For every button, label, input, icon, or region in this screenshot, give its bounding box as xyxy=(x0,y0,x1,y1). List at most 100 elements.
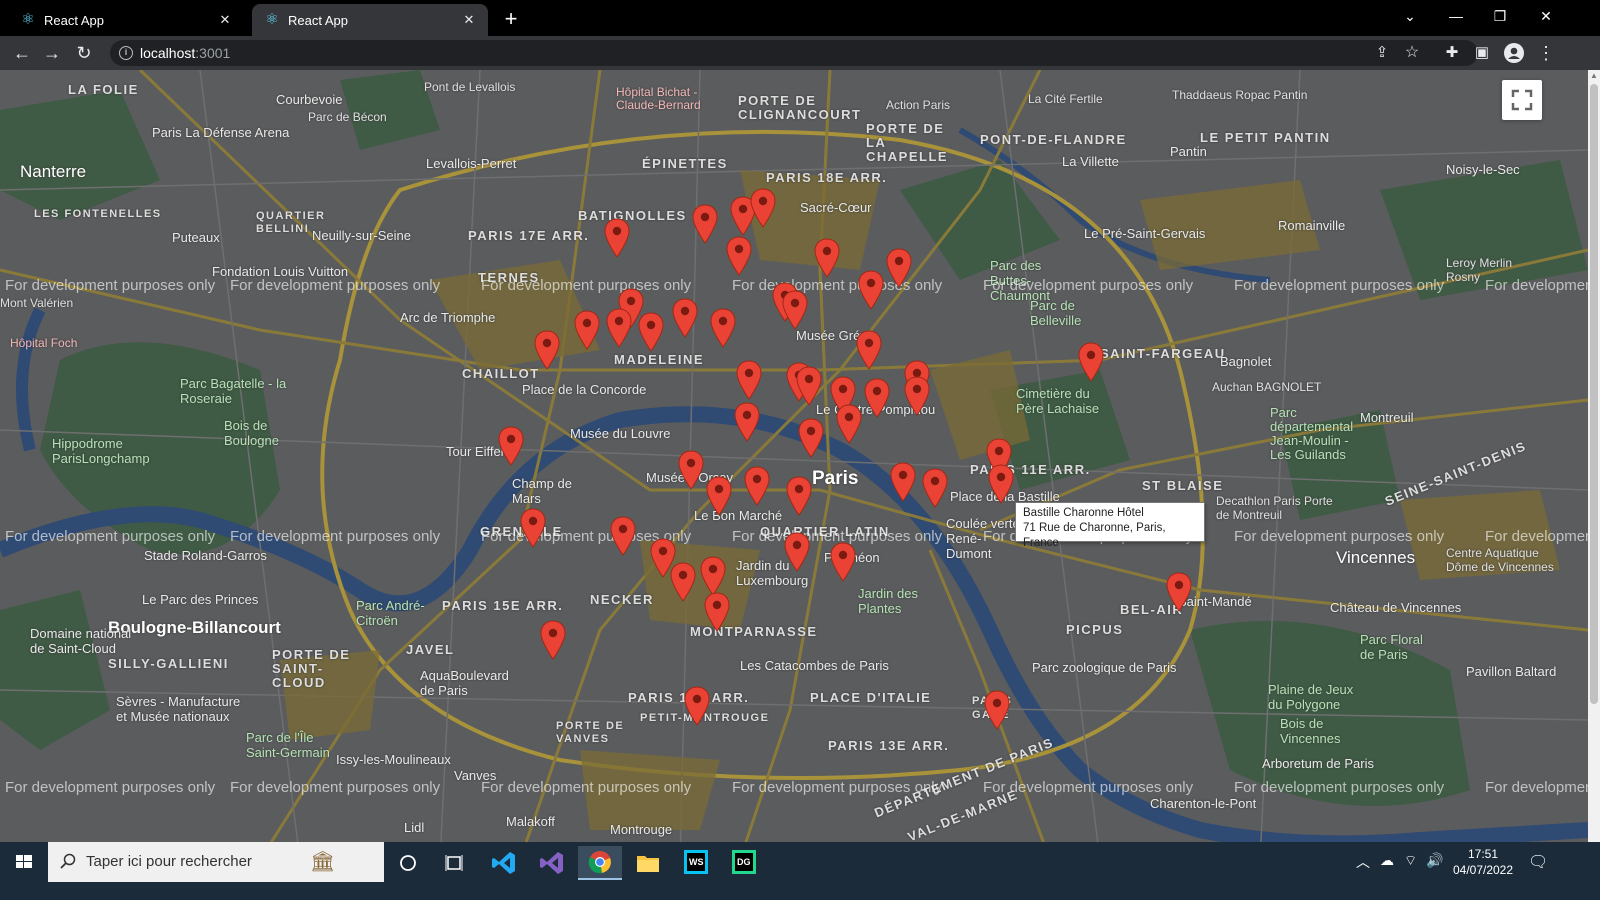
map-marker[interactable] xyxy=(692,204,718,244)
notifications-icon[interactable]: 🗨 xyxy=(1528,852,1548,872)
new-tab-button[interactable]: + xyxy=(498,6,524,32)
menu-kebab-icon[interactable]: ⋮ xyxy=(1532,39,1560,67)
label-concorde: Place de la Concorde xyxy=(522,382,647,397)
chrome-taskbar-button[interactable] xyxy=(578,846,622,880)
map-marker[interactable] xyxy=(1078,342,1104,382)
map-pin-icon xyxy=(814,238,840,278)
map-marker[interactable] xyxy=(782,290,808,330)
side-panel-icon[interactable]: ▣ xyxy=(1468,39,1496,67)
map-marker[interactable] xyxy=(784,532,810,572)
map-marker[interactable] xyxy=(890,462,916,502)
map-marker[interactable] xyxy=(814,238,840,278)
map-marker[interactable] xyxy=(540,620,566,660)
visual-studio-icon[interactable] xyxy=(530,846,574,880)
map-marker[interactable] xyxy=(678,450,704,490)
map-marker[interactable] xyxy=(858,270,884,310)
address-bar[interactable]: i localhost:3001 xyxy=(110,40,1478,66)
extensions-icon[interactable]: ✚ xyxy=(1438,39,1466,67)
label-charenton: Charenton-le-Pont xyxy=(1150,796,1257,811)
share-icon[interactable]: ⇪ xyxy=(1368,39,1396,67)
webstorm-icon[interactable]: WS xyxy=(674,846,718,880)
close-icon[interactable]: ✕ xyxy=(460,11,478,29)
tab-react-app-2[interactable]: ⚛ React App ✕ xyxy=(252,4,488,36)
map-pin-icon xyxy=(678,450,704,490)
volume-icon[interactable]: 🔊 xyxy=(1426,852,1443,869)
map-marker[interactable] xyxy=(836,404,862,444)
profile-icon[interactable] xyxy=(1500,39,1528,67)
datagrip-icon[interactable]: DG xyxy=(722,846,766,880)
restore-button[interactable]: ❐ xyxy=(1478,2,1522,30)
map-marker[interactable] xyxy=(734,402,760,442)
google-map[interactable]: Paris Nanterre Boulogne-Billancourt LA F… xyxy=(0,70,1588,860)
map-marker[interactable] xyxy=(610,516,636,556)
map-marker[interactable] xyxy=(988,464,1014,504)
map-marker[interactable] xyxy=(984,690,1010,730)
tab-react-app-1[interactable]: ⚛ React App ✕ xyxy=(8,4,244,36)
map-marker[interactable] xyxy=(744,466,770,506)
map-marker[interactable] xyxy=(830,542,856,582)
map-pin-icon xyxy=(670,562,696,602)
onedrive-icon[interactable]: ☁ xyxy=(1380,852,1394,869)
label-sevres: Sèvres - Manufacture et Musée nationaux xyxy=(116,694,241,724)
map-marker[interactable] xyxy=(864,378,890,418)
taskbar-search-input[interactable]: Taper ici pour rechercher 🏛 xyxy=(48,842,384,882)
close-icon[interactable]: ✕ xyxy=(216,11,234,29)
scrollbar-thumb[interactable] xyxy=(1590,84,1598,704)
map-marker[interactable] xyxy=(684,686,710,726)
file-explorer-icon[interactable] xyxy=(626,846,670,880)
start-button[interactable] xyxy=(0,842,48,882)
back-button[interactable]: ← xyxy=(8,39,36,67)
dev-watermark: For development purposes only xyxy=(1485,277,1588,294)
map-marker[interactable] xyxy=(706,476,732,516)
map-marker[interactable] xyxy=(750,188,776,228)
map-marker[interactable] xyxy=(922,468,948,508)
map-marker[interactable] xyxy=(670,562,696,602)
forward-button[interactable]: → xyxy=(38,39,66,67)
map-marker[interactable] xyxy=(904,376,930,416)
map-marker[interactable] xyxy=(886,248,912,288)
map-marker[interactable] xyxy=(606,308,632,348)
map-marker[interactable] xyxy=(534,330,560,370)
map-marker[interactable] xyxy=(786,476,812,516)
map-marker[interactable] xyxy=(1166,572,1192,612)
map-marker[interactable] xyxy=(498,426,524,466)
label-parc-jean-moulin: Parc départemental Jean-Moulin - Les Gui… xyxy=(1270,405,1354,462)
map-marker[interactable] xyxy=(796,366,822,406)
info-icon[interactable]: i xyxy=(119,46,133,60)
scroll-up-arrow[interactable]: ▲ xyxy=(1588,70,1600,82)
taskbar-clock[interactable]: 17:51 04/07/2022 xyxy=(1448,846,1518,878)
close-window-button[interactable]: ✕ xyxy=(1524,2,1568,30)
map-pin-icon xyxy=(638,312,664,352)
tab-search-button[interactable]: ⌄ xyxy=(1388,2,1432,30)
task-view-icon[interactable] xyxy=(432,846,476,880)
dev-watermark: For development purposes only xyxy=(5,779,216,796)
tab-title: React App xyxy=(44,12,104,28)
dev-watermark: For development purposes only xyxy=(230,528,441,545)
map-marker[interactable] xyxy=(520,508,546,548)
map-marker[interactable] xyxy=(798,418,824,458)
minimize-button[interactable]: — xyxy=(1434,2,1478,30)
map-pin-icon xyxy=(736,360,762,400)
map-marker[interactable] xyxy=(672,298,698,338)
map-pin-icon xyxy=(1078,342,1104,382)
map-pin-icon xyxy=(692,204,718,244)
wifi-icon[interactable]: ⌔ xyxy=(1404,852,1417,870)
map-marker[interactable] xyxy=(604,218,630,258)
reload-button[interactable]: ↻ xyxy=(70,39,98,67)
dev-watermark: For development purposes only xyxy=(5,277,216,294)
map-marker[interactable] xyxy=(856,330,882,370)
map-marker[interactable] xyxy=(710,308,736,348)
dev-watermark: For development purposes only xyxy=(481,779,692,796)
map-marker[interactable] xyxy=(736,360,762,400)
map-marker[interactable] xyxy=(574,310,600,350)
vscode-icon[interactable] xyxy=(482,846,526,880)
map-marker[interactable] xyxy=(726,236,752,276)
page-scrollbar[interactable]: ▲ ▼ xyxy=(1588,70,1600,860)
map-marker[interactable] xyxy=(700,556,726,596)
map-marker[interactable] xyxy=(704,592,730,632)
tray-overflow-icon[interactable]: ︿ xyxy=(1356,852,1370,872)
fullscreen-button[interactable] xyxy=(1502,80,1542,120)
map-marker[interactable] xyxy=(638,312,664,352)
cortana-icon[interactable] xyxy=(386,846,430,880)
bookmark-star-icon[interactable]: ☆ xyxy=(1398,39,1426,67)
